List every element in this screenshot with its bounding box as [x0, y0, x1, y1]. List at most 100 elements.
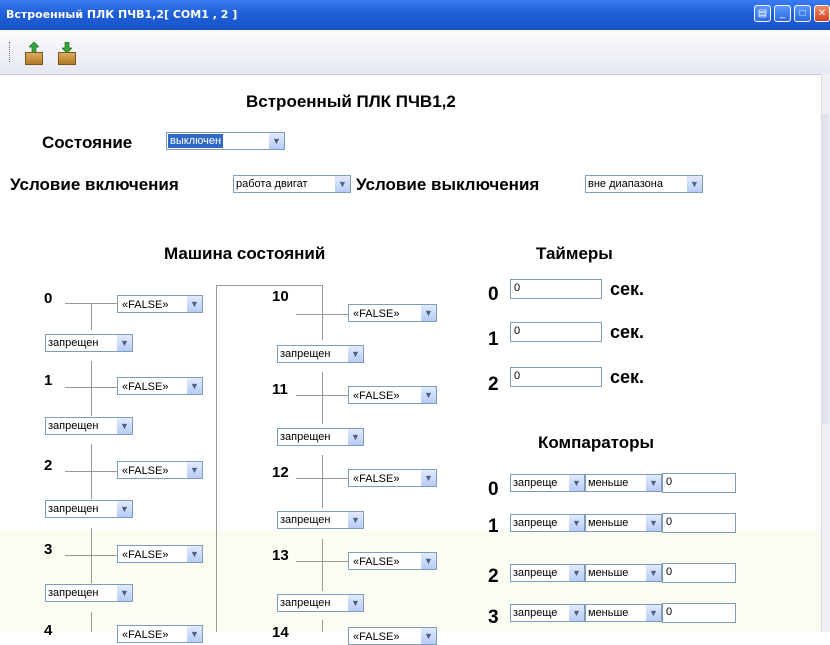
state-mode-select[interactable]: запрещен ▼: [277, 428, 364, 446]
toolbar-grip[interactable]: [9, 42, 12, 62]
mode-value: запрещен: [48, 587, 99, 599]
chevron-down-icon: ▼: [420, 470, 436, 486]
state-select[interactable]: выключен ▼: [166, 132, 285, 150]
connector: [322, 539, 323, 591]
state-condition-select[interactable]: «FALSE» ▼: [348, 469, 437, 487]
timer-input[interactable]: 0: [510, 322, 602, 342]
mode-value: запрещен: [48, 420, 99, 432]
state-mode-select[interactable]: запрещен ▼: [45, 334, 133, 352]
connector: [322, 455, 323, 508]
minimize-button[interactable]: _: [774, 5, 791, 22]
on-condition-select[interactable]: работа двигат ▼: [233, 175, 351, 193]
connector: [91, 361, 92, 416]
state-condition-select[interactable]: «FALSE» ▼: [348, 627, 437, 645]
condition-value: «FALSE»: [353, 390, 400, 402]
condition-value: «FALSE»: [122, 381, 169, 393]
state-condition-select[interactable]: «FALSE» ▼: [117, 625, 203, 643]
chevron-down-icon: ▼: [568, 475, 584, 491]
comparator-mode-select[interactable]: запреще ▼: [510, 604, 585, 622]
comparator-value: 0: [666, 606, 673, 618]
bracket-right: [322, 285, 323, 293]
state-mode-select[interactable]: запрещен ▼: [45, 500, 133, 518]
comparator-value-input[interactable]: 0: [662, 473, 736, 493]
maximize-button[interactable]: □: [794, 5, 811, 22]
state-condition-select[interactable]: «FALSE» ▼: [348, 552, 437, 570]
comparator-value-input[interactable]: 0: [662, 513, 736, 533]
state-condition-select[interactable]: «FALSE» ▼: [348, 386, 437, 404]
timer-unit: сек.: [610, 279, 645, 299]
comparator-mode-select[interactable]: запреще ▼: [510, 514, 585, 532]
scrollbar-thumb[interactable]: [822, 114, 829, 424]
state-condition-select[interactable]: «FALSE» ▼: [348, 304, 437, 322]
timer-input[interactable]: 0: [510, 367, 602, 387]
comparator-mode: запреще: [513, 607, 558, 619]
connector: [296, 561, 348, 562]
condition-value: «FALSE»: [122, 299, 169, 311]
box-down-arrow-icon[interactable]: [55, 42, 79, 66]
connector: [91, 612, 92, 632]
comparator-value: 0: [666, 516, 673, 528]
timer-input[interactable]: 0: [510, 279, 602, 299]
state-index: 4: [44, 622, 53, 639]
connector: [65, 387, 117, 388]
state-index: 13: [272, 547, 289, 564]
comparator-mode: запреще: [513, 517, 558, 529]
connector: [296, 478, 348, 479]
timer-value: 0: [514, 282, 521, 294]
chevron-down-icon: ▼: [268, 133, 284, 149]
comparator-value-input[interactable]: 0: [662, 603, 736, 623]
timer-index: 2: [488, 374, 499, 395]
close-button[interactable]: ✕: [814, 5, 830, 22]
state-index: 2: [44, 457, 53, 474]
window-menu-button[interactable]: ▤: [754, 5, 771, 22]
chevron-down-icon: ▼: [347, 595, 363, 611]
mode-value: запрещен: [48, 337, 99, 349]
state-mode-select[interactable]: запрещен ▼: [277, 594, 364, 612]
state-machine-title: Машина состояний: [164, 244, 326, 263]
comparator-value: 0: [666, 476, 673, 488]
off-condition-label: Условие выключения: [356, 175, 540, 194]
chevron-down-icon: ▼: [186, 462, 202, 478]
window-menu-icon: ▤: [757, 8, 768, 19]
mode-value: запрещен: [280, 597, 331, 609]
comparator-value-input[interactable]: 0: [662, 563, 736, 583]
chevron-down-icon: ▼: [420, 305, 436, 321]
state-index: 12: [272, 464, 289, 481]
state-condition-select[interactable]: «FALSE» ▼: [117, 377, 203, 395]
state-mode-select[interactable]: запрещен ▼: [277, 511, 364, 529]
state-condition-select[interactable]: «FALSE» ▼: [117, 295, 203, 313]
comparator-mode-select[interactable]: запреще ▼: [510, 474, 585, 492]
state-index: 10: [272, 288, 289, 305]
connector: [65, 555, 117, 556]
vertical-scrollbar[interactable]: [821, 74, 830, 632]
comparator-op-select[interactable]: меньше ▼: [585, 564, 662, 582]
comparator-value: 0: [666, 566, 673, 578]
chevron-down-icon: ▼: [334, 176, 350, 192]
condition-value: «FALSE»: [353, 556, 400, 568]
off-condition-select[interactable]: вне диапазона ▼: [585, 175, 703, 193]
comparator-op-select[interactable]: меньше ▼: [585, 514, 662, 532]
timers-title: Таймеры: [536, 244, 613, 263]
window-title: Встроенный ПЛК ПЧВ1,2[ COM1 , 2 ]: [6, 8, 238, 21]
state-condition-select[interactable]: «FALSE» ▼: [117, 545, 203, 563]
comparator-op: меньше: [588, 567, 629, 579]
comparator-mode-select[interactable]: запреще ▼: [510, 564, 585, 582]
state-mode-select[interactable]: запрещен ▼: [45, 584, 133, 602]
box-up-arrow-icon[interactable]: [22, 42, 46, 66]
condition-value: «FALSE»: [122, 465, 169, 477]
state-label: Состояние: [42, 133, 133, 152]
mode-value: запрещен: [280, 431, 331, 443]
chevron-down-icon: ▼: [420, 387, 436, 403]
on-condition-value: работа двигат: [236, 178, 308, 190]
comparator-op-select[interactable]: меньше ▼: [585, 474, 662, 492]
comparator-op-select[interactable]: меньше ▼: [585, 604, 662, 622]
state-condition-select[interactable]: «FALSE» ▼: [117, 461, 203, 479]
comparator-index: 0: [488, 479, 499, 500]
state-mode-select[interactable]: запрещен ▼: [277, 345, 364, 363]
comparator-mode: запреще: [513, 567, 558, 579]
off-condition-value: вне диапазона: [588, 178, 663, 190]
timer-index: 0: [488, 284, 499, 305]
state-mode-select[interactable]: запрещен ▼: [45, 417, 133, 435]
connector: [322, 620, 323, 632]
timer-index: 1: [488, 329, 499, 350]
